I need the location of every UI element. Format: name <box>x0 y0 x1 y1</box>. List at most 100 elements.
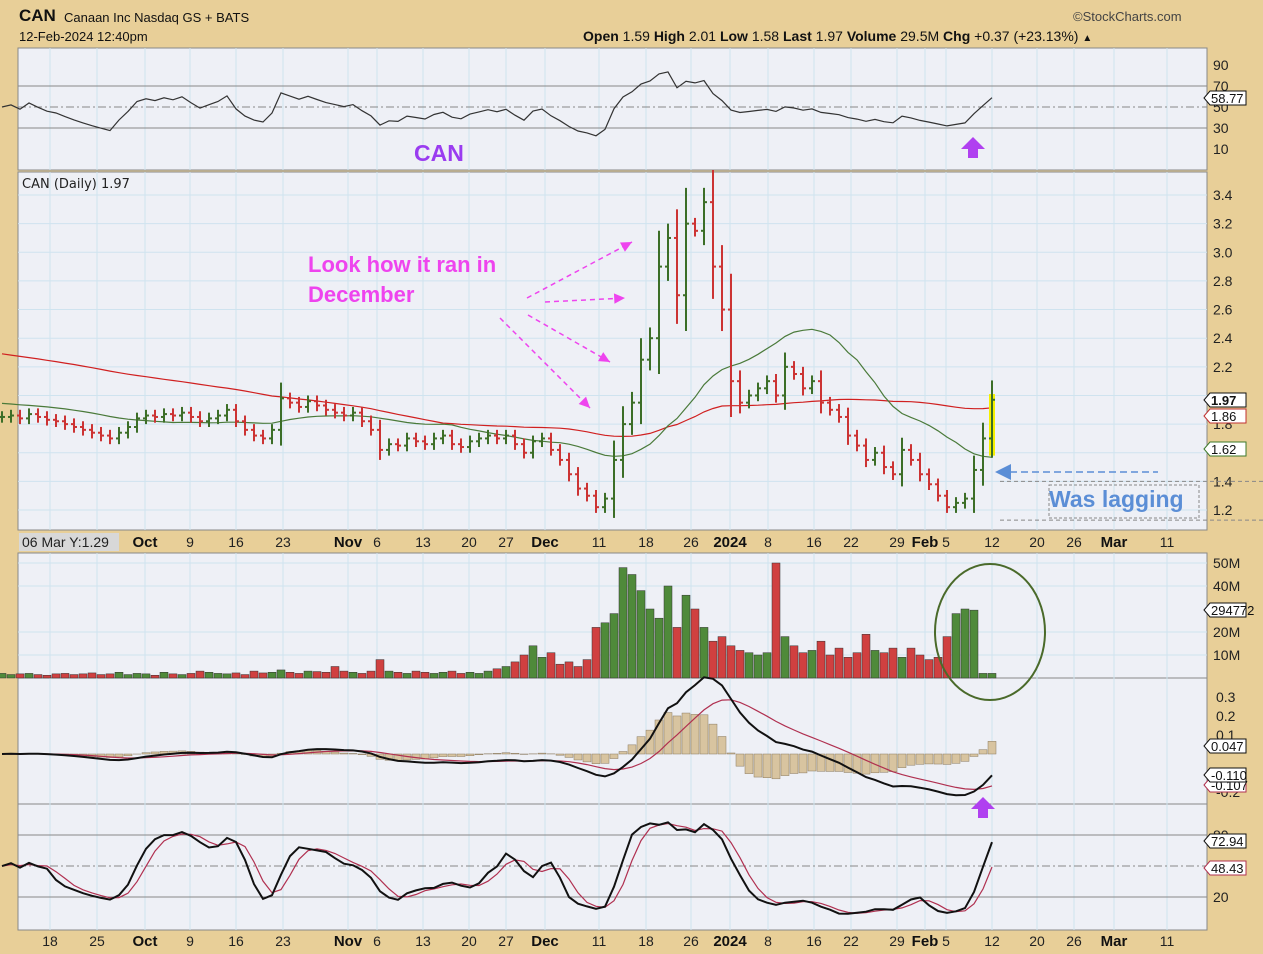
macd-histogram-bar <box>123 753 133 757</box>
last-price-tag: 1.97 <box>1203 392 1247 408</box>
macd-histogram-bar <box>789 753 799 774</box>
volume-bar <box>132 673 142 679</box>
volume-bar <box>474 673 484 679</box>
volume-bar <box>528 645 538 679</box>
macd-histogram-bar <box>798 753 808 774</box>
macd-histogram-bar <box>150 751 160 755</box>
volume-bar <box>159 672 169 679</box>
volume-bar <box>915 654 925 679</box>
volume-bar <box>537 657 547 679</box>
price-panel <box>17 171 1208 531</box>
stoch-tick: 20 <box>1213 889 1229 905</box>
volume-bar <box>249 670 259 679</box>
volume-tick: 10M <box>1213 647 1240 663</box>
stoch-k-tag: 72.94 <box>1203 833 1247 849</box>
volume-bar <box>762 652 772 679</box>
volume-bar <box>420 672 430 679</box>
date-readout: 06 Mar Y:1.29 <box>22 534 109 550</box>
macd-histogram-bar <box>510 752 520 755</box>
volume-bar <box>834 647 844 679</box>
macd-histogram-bar <box>618 751 628 755</box>
volume-bar <box>753 654 763 679</box>
volume-bar <box>276 669 286 679</box>
volume-bar <box>510 661 520 679</box>
volume-bar <box>213 673 223 679</box>
x-axis-label: 22 <box>843 534 859 550</box>
volume-bar <box>600 622 610 679</box>
macd-histogram-bar <box>600 753 610 764</box>
x-axis-label: 16 <box>228 534 244 550</box>
volume-bar <box>483 670 493 679</box>
volume-bar <box>744 652 754 679</box>
macd-hist-tag: 0.047 <box>1203 738 1247 754</box>
volume-bar <box>690 608 700 679</box>
macd-histogram-bar <box>906 753 916 766</box>
volume-bar <box>771 562 781 679</box>
x-axis-label: 20 <box>1029 534 1045 550</box>
volume-bar <box>402 673 412 679</box>
volume-bar <box>51 673 61 679</box>
x-axis-label: 26 <box>683 534 699 550</box>
x-axis-label: 16 <box>228 933 244 949</box>
macd-histogram-bar <box>609 753 619 759</box>
macd-histogram-bar <box>924 753 934 765</box>
macd-histogram-bar <box>492 753 502 755</box>
x-axis-label: 2024 <box>713 933 747 950</box>
volume-bar <box>375 659 385 679</box>
volume-bar <box>465 672 475 679</box>
stock-chart[interactable]: Oct 9 16 23 Nov 6 13 20 27 Dec 11 18 26 2024 8 16 22 29 Fe… <box>0 0 1263 954</box>
volume-bar <box>15 673 25 679</box>
macd-histogram-bar <box>978 749 988 755</box>
volume-bar <box>969 609 979 679</box>
volume-bar <box>987 673 997 679</box>
macd-histogram-bar <box>474 753 484 756</box>
x-axis-label: Dec <box>531 534 559 551</box>
volume-bar <box>735 650 745 679</box>
volume-bar <box>645 608 655 679</box>
rsi-tag: 58.77 <box>1203 90 1247 106</box>
volume-bar <box>330 666 340 679</box>
price-tick: 3.4 <box>1213 187 1233 203</box>
volume-bar <box>924 659 934 679</box>
volume-bar <box>807 650 817 679</box>
x-axis-label: 11 <box>592 933 607 949</box>
macd-histogram-bar <box>825 753 835 772</box>
x-axis-label: Nov <box>334 933 363 950</box>
macd-histogram-bar <box>717 736 727 755</box>
rsi-panel <box>17 47 1208 171</box>
volume-bar <box>222 673 232 679</box>
volume-bar <box>546 652 556 679</box>
value-tag-text: -0.110 <box>1211 768 1247 783</box>
x-axis-label: 5 <box>942 534 950 550</box>
volume-bar <box>150 674 160 679</box>
price-tick: 2.4 <box>1213 330 1233 346</box>
volume-bar <box>888 647 898 679</box>
volume-bar <box>618 567 628 679</box>
volume-bar <box>393 672 403 679</box>
volume-bar <box>906 647 916 679</box>
volume-bar <box>897 657 907 679</box>
volume-bar <box>0 673 7 679</box>
x-axis-label: 27 <box>498 933 514 949</box>
volume-bar <box>672 627 682 679</box>
volume-bar <box>123 674 133 679</box>
macd-histogram-bar <box>339 752 349 755</box>
volume-bar <box>726 645 736 679</box>
value-tag-text: 58.77 <box>1211 91 1244 106</box>
volume-bar <box>492 668 502 679</box>
macd-histogram-bar <box>744 753 754 774</box>
volume-bar <box>303 670 313 679</box>
x-axis-label: 16 <box>806 534 822 550</box>
price-tick: 2.2 <box>1213 359 1233 375</box>
volume-bar <box>852 652 862 679</box>
x-axis-label: 18 <box>42 933 58 949</box>
value-tag-text: 1.86 <box>1211 409 1236 424</box>
macd-histogram-bar <box>681 712 691 755</box>
volume-bar <box>384 670 394 679</box>
x-axis-label: 27 <box>498 534 514 550</box>
price-tick: 1.2 <box>1213 502 1233 518</box>
volume-tick: 50M <box>1213 555 1240 571</box>
macd-histogram-bar <box>438 753 448 757</box>
volume-bar <box>321 672 331 679</box>
macd-panel <box>17 677 1208 805</box>
